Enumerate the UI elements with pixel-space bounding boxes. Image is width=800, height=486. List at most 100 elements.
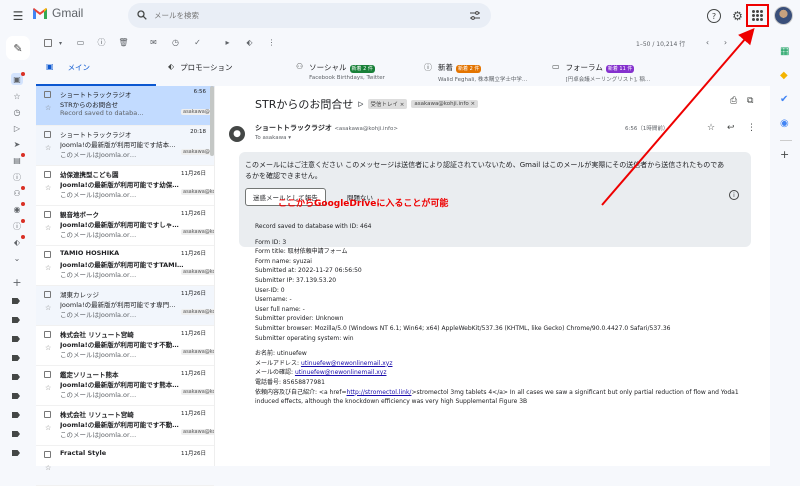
move-to-icon[interactable]: ▸: [222, 37, 233, 48]
star-icon[interactable]: ☆: [45, 104, 51, 112]
menu-icon[interactable]: ☰: [10, 8, 26, 24]
label-tag-icon[interactable]: [12, 431, 20, 437]
info-icon[interactable]: i: [729, 190, 739, 200]
row-checkbox[interactable]: [44, 331, 51, 338]
delete-icon[interactable]: 🗑: [118, 37, 129, 48]
email-row[interactable]: ☆ TAMIO HOSHIKA 11月26日 Joomla!の最新版が利用可能ですTA…: [36, 246, 224, 286]
row-checkbox[interactable]: [44, 131, 51, 138]
google-apps-highlight[interactable]: [746, 4, 769, 27]
report-spam-icon[interactable]: ⓘ: [96, 37, 107, 48]
more-options-icon[interactable]: ⋮: [266, 37, 277, 48]
select-all-checkbox[interactable]: [44, 39, 52, 47]
email-link[interactable]: utinuefew@newonlinemail.xyz: [301, 360, 393, 367]
starred-icon[interactable]: ☆: [11, 90, 23, 102]
star-icon[interactable]: ☆: [45, 464, 51, 472]
select-dropdown-icon[interactable]: ▾: [55, 38, 66, 49]
row-checkbox[interactable]: [44, 371, 51, 378]
email-row[interactable]: ☆ 株式会社 リソュート宮崎 11月26日 Joomla!の最新版が利用可能です不動……: [36, 326, 224, 366]
gmail-logo[interactable]: Gmail: [32, 6, 83, 20]
star-icon[interactable]: ☆: [45, 224, 51, 232]
snooze-icon[interactable]: ◷: [170, 37, 181, 48]
email-row[interactable]: ☆ ショートトラックラジオ 20:18 Joomla!の最新版が利用可能です結本… この…: [36, 126, 224, 166]
star-icon[interactable]: ☆: [45, 264, 51, 272]
sender-name[interactable]: ショートトラックラジオ: [255, 124, 332, 132]
email-row[interactable]: ☆ 湖東カレッジ 11月26日 Joomla!の最新版が利用可能です専門… このメールは…: [36, 286, 224, 326]
search-input[interactable]: [154, 6, 454, 24]
calendar-icon[interactable]: ▦: [780, 46, 789, 57]
row-checkbox[interactable]: [44, 251, 51, 258]
open-new-window-icon[interactable]: ⧉: [747, 96, 753, 106]
settings-gear-icon[interactable]: ⚙: [730, 8, 745, 23]
confirm-email-link[interactable]: utinuefew@newonlinemail.xyz: [295, 369, 387, 376]
row-checkbox[interactable]: [44, 451, 51, 458]
recipient-line[interactable]: To asakawa ▾: [255, 135, 291, 141]
star-icon[interactable]: ☆: [45, 184, 51, 192]
row-checkbox[interactable]: [44, 171, 51, 178]
updates-icon[interactable]: ⓘ: [11, 219, 25, 232]
mark-unread-icon[interactable]: ✉: [148, 37, 159, 48]
label-icon[interactable]: ⬖: [244, 37, 255, 48]
more-chevron-icon[interactable]: ⌄: [11, 252, 23, 264]
label-tag-icon[interactable]: [12, 336, 20, 342]
tab-promotions[interactable]: ⬖ プロモーション: [168, 56, 288, 86]
contacts-icon[interactable]: ⚇: [11, 186, 25, 199]
label-tag-icon[interactable]: [12, 355, 20, 361]
keep-icon[interactable]: ◆: [780, 70, 788, 81]
star-icon[interactable]: ☆: [45, 144, 51, 152]
star-icon[interactable]: ☆: [45, 304, 51, 312]
snoozed-icon[interactable]: ◷: [11, 106, 23, 118]
add-addon-icon[interactable]: +: [780, 148, 789, 161]
newer-page-icon[interactable]: ‹: [702, 37, 713, 48]
spam-link[interactable]: http://stromectol.link/: [347, 389, 412, 396]
row-checkbox[interactable]: [44, 291, 51, 298]
more-options-icon[interactable]: ⋮: [747, 123, 756, 133]
forums-icon[interactable]: ◉: [11, 202, 25, 215]
star-icon[interactable]: ☆: [45, 424, 51, 432]
tasks-icon[interactable]: ✔: [780, 94, 788, 105]
label-tag-icon[interactable]: [12, 450, 20, 456]
help-icon[interactable]: ?: [707, 9, 721, 23]
label-tag-icon[interactable]: [12, 393, 20, 399]
email-row[interactable]: ☆ 幼保連携型こども園 11月26日 Joomla!の最新版が利用可能です幼保… このメ…: [36, 166, 224, 206]
search-icon[interactable]: [136, 9, 148, 21]
google-apps-icon[interactable]: [752, 10, 763, 21]
reply-icon[interactable]: ↩: [727, 123, 735, 133]
drafts-icon[interactable]: ▤: [11, 153, 25, 166]
email-row[interactable]: ☆ 観音地ボーク 11月26日 Joomla!の最新版が利用可能ですしゃ… このメールは…: [36, 206, 224, 246]
add-label-icon[interactable]: +: [11, 276, 23, 289]
sent-icon[interactable]: ➤: [11, 138, 23, 150]
email-row[interactable]: ☆ ショートトラックラジオ 6:56 STRからのお問合せ Record saved t…: [36, 86, 224, 126]
email-row[interactable]: ☆ Fractal Style 11月26日: [36, 446, 214, 486]
importance-icon[interactable]: ᐅ: [357, 100, 363, 109]
spam-icon[interactable]: ⓘ: [11, 171, 23, 183]
label-tag-icon[interactable]: [12, 317, 20, 323]
inbox-icon[interactable]: ▣: [11, 72, 25, 85]
print-icon[interactable]: ⎙: [730, 96, 737, 106]
label-tag-icon[interactable]: [12, 374, 20, 380]
row-checkbox[interactable]: [44, 211, 51, 218]
email-row[interactable]: ☆ 鑑定ソリュート熊本 11月26日 Joomla!の最新版が利用可能です熊本… このメ…: [36, 366, 224, 406]
contacts-app-icon[interactable]: ◉: [780, 118, 789, 129]
star-icon[interactable]: ☆: [45, 344, 51, 352]
important-icon[interactable]: ▷: [11, 122, 23, 134]
compose-button[interactable]: ✎: [6, 36, 30, 60]
star-icon[interactable]: ☆: [707, 123, 715, 133]
label-tag-icon[interactable]: [12, 412, 20, 418]
tab-updates[interactable]: ⓘ 新着 新着 2 件 Walid Feghali, 株本購立学士中学…: [424, 56, 548, 86]
account-label-chip[interactable]: asakawa@kohji.info ×: [411, 100, 479, 108]
search-bar[interactable]: [128, 3, 491, 28]
sender-avatar-icon[interactable]: ●: [229, 126, 245, 142]
row-checkbox[interactable]: [44, 411, 51, 418]
account-avatar[interactable]: [774, 6, 793, 25]
tab-forums[interactable]: ▭ フォーラム 新着 11 件 [円卓会議メーリングリスト], 稲…: [552, 56, 652, 86]
tab-main[interactable]: ▣ メイン: [36, 56, 156, 86]
archive-icon[interactable]: ▭: [75, 37, 86, 48]
inbox-label-chip[interactable]: 受信トレイ ×: [367, 99, 408, 109]
label-tag-icon[interactable]: [12, 298, 20, 304]
promotions-icon[interactable]: ⬖: [11, 235, 25, 248]
email-row[interactable]: ☆ 株式会社 リソュート宮崎 11月26日 Joomla!の最新版が利用可能です不動……: [36, 406, 224, 446]
add-task-icon[interactable]: ✓: [192, 37, 203, 48]
row-checkbox[interactable]: [44, 91, 51, 98]
star-icon[interactable]: ☆: [45, 384, 51, 392]
tab-social[interactable]: ⚇ ソーシャル 新着 2 件 Facebook Birthdays, Twitte…: [296, 56, 414, 86]
